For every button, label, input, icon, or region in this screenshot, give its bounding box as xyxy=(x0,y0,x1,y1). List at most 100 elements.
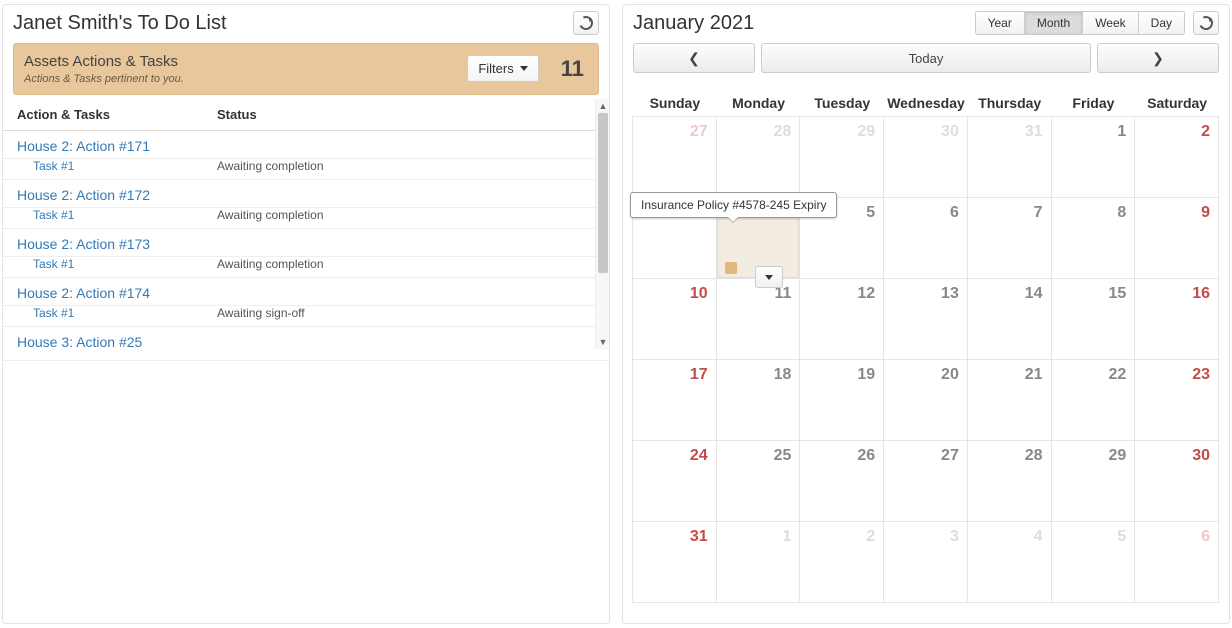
expand-events-button[interactable] xyxy=(755,266,783,288)
calendar-cell[interactable]: 7 xyxy=(967,197,1052,279)
day-number: 29 xyxy=(808,123,875,141)
view-year[interactable]: Year xyxy=(976,12,1025,34)
todo-title: Janet Smith's To Do List xyxy=(13,12,227,35)
next-button[interactable]: ❯ xyxy=(1097,43,1219,73)
action-link[interactable]: House 2: Action #171 xyxy=(17,136,150,158)
dow-header: Wednesday xyxy=(884,89,968,117)
calendar-cell[interactable]: 20 xyxy=(883,359,968,441)
calendar-cell[interactable]: 30 xyxy=(1134,440,1219,522)
calendar-cell[interactable]: 31 xyxy=(967,116,1052,198)
view-month[interactable]: Month xyxy=(1025,12,1083,34)
day-number: 8 xyxy=(1060,204,1127,222)
day-number: 2 xyxy=(1143,123,1210,141)
calendar-cell[interactable]: 27 xyxy=(632,116,717,198)
day-number: 17 xyxy=(641,366,708,384)
prev-button[interactable]: ❮ xyxy=(633,43,755,73)
day-number: 23 xyxy=(1143,366,1210,384)
calendar-cell[interactable]: 8 xyxy=(1051,197,1136,279)
action-link[interactable]: House 2: Action #172 xyxy=(17,185,150,207)
task-link[interactable]: Task #1 xyxy=(17,208,217,222)
day-number: 7 xyxy=(976,204,1043,222)
todo-refresh-button[interactable] xyxy=(573,11,599,35)
refresh-icon xyxy=(577,14,595,32)
day-number: 22 xyxy=(1060,366,1127,384)
day-number: 31 xyxy=(641,528,708,546)
calendar-cell[interactable]: 13 xyxy=(883,278,968,360)
banner-text: Assets Actions & Tasks Actions & Tasks p… xyxy=(24,52,455,86)
calendar-cell[interactable]: 22 xyxy=(1051,359,1136,441)
day-number: 30 xyxy=(892,123,959,141)
calendar-cell[interactable]: 28 xyxy=(967,440,1052,522)
task-link[interactable]: Task #1 xyxy=(17,159,217,173)
calendar-cell[interactable]: 3 xyxy=(883,521,968,603)
task-row: Task #1Awaiting completion xyxy=(3,159,609,180)
calendar-cell[interactable]: 15 xyxy=(1051,278,1136,360)
dow-header: Sunday xyxy=(633,89,717,117)
calendar-cell[interactable]: 28 xyxy=(716,116,801,198)
day-number: 2 xyxy=(808,528,875,546)
view-day[interactable]: Day xyxy=(1139,12,1184,34)
calendar-cell[interactable]: 27 xyxy=(883,440,968,522)
dow-header: Friday xyxy=(1052,89,1136,117)
calendar-cell[interactable]: 1 xyxy=(1051,116,1136,198)
day-number: 25 xyxy=(725,447,792,465)
calendar-cell[interactable]: 6 xyxy=(883,197,968,279)
calendar-nav: ❮ Today ❯ xyxy=(623,43,1229,73)
day-number: 14 xyxy=(976,285,1043,303)
calendar-cell[interactable]: 29 xyxy=(799,116,884,198)
calendar-cell[interactable]: 19 xyxy=(799,359,884,441)
day-number: 6 xyxy=(1143,528,1210,546)
scroll-thumb[interactable] xyxy=(598,113,608,273)
dow-header: Thursday xyxy=(968,89,1052,117)
view-switch: Year Month Week Day xyxy=(975,11,1185,35)
calendar-cell[interactable]: 6 xyxy=(1134,521,1219,603)
calendar-cell[interactable]: 2 xyxy=(799,521,884,603)
calendar-panel: January 2021 Year Month Week Day ❮ Today… xyxy=(622,4,1230,624)
calendar-cell[interactable]: 4 xyxy=(967,521,1052,603)
day-number: 12 xyxy=(808,285,875,303)
scroll-down-icon[interactable]: ▼ xyxy=(596,335,609,349)
scrollbar[interactable]: ▲ ▼ xyxy=(595,99,609,349)
task-status: Awaiting completion xyxy=(217,208,324,222)
calendar-cell[interactable]: 2 xyxy=(1134,116,1219,198)
calendar-cell[interactable]: 12 xyxy=(799,278,884,360)
calendar-cell[interactable]: 11 xyxy=(716,278,801,360)
task-link[interactable]: Task #1 xyxy=(17,306,217,320)
day-number: 6 xyxy=(892,204,959,222)
calendar-cell[interactable]: 14 xyxy=(967,278,1052,360)
calendar-cell[interactable]: 9 xyxy=(1134,197,1219,279)
calendar-cell[interactable]: 25 xyxy=(716,440,801,522)
calendar-cell[interactable]: 18 xyxy=(716,359,801,441)
calendar-cell[interactable]: 1 xyxy=(716,521,801,603)
calendar-cell[interactable]: 21 xyxy=(967,359,1052,441)
task-link[interactable]: Task #1 xyxy=(17,257,217,271)
calendar-cell[interactable]: 24 xyxy=(632,440,717,522)
day-number: 18 xyxy=(725,366,792,384)
scroll-up-icon[interactable]: ▲ xyxy=(596,99,609,113)
day-number: 4 xyxy=(976,528,1043,546)
calendar-cell[interactable]: 29 xyxy=(1051,440,1136,522)
day-number: 21 xyxy=(976,366,1043,384)
calendar-cell[interactable]: 16 xyxy=(1134,278,1219,360)
today-button[interactable]: Today xyxy=(761,43,1091,73)
calendar-cell[interactable]: 26 xyxy=(799,440,884,522)
calendar-refresh-button[interactable] xyxy=(1193,11,1219,35)
action-link[interactable]: House 3: Action #25 xyxy=(17,332,142,354)
calendar-cell[interactable]: 23 xyxy=(1134,359,1219,441)
calendar-cell[interactable]: 17 xyxy=(632,359,717,441)
calendar-cell[interactable]: 10 xyxy=(632,278,717,360)
calendar-cell[interactable]: 5 xyxy=(1051,521,1136,603)
action-link[interactable]: House 2: Action #174 xyxy=(17,283,150,305)
day-number: 29 xyxy=(1060,447,1127,465)
day-number: 1 xyxy=(1060,123,1127,141)
action-link[interactable]: House 2: Action #173 xyxy=(17,234,150,256)
filters-button[interactable]: Filters xyxy=(467,55,538,82)
event-marker[interactable] xyxy=(725,262,737,274)
view-week[interactable]: Week xyxy=(1083,12,1138,34)
calendar-cell[interactable]: 31 xyxy=(632,521,717,603)
chevron-right-icon: ❯ xyxy=(1152,50,1164,67)
todo-rows: House 2: Action #171Task #1Awaiting comp… xyxy=(3,131,609,623)
calendar-cell[interactable]: 30 xyxy=(883,116,968,198)
refresh-icon xyxy=(1197,14,1215,32)
dow-header: Saturday xyxy=(1135,89,1219,117)
